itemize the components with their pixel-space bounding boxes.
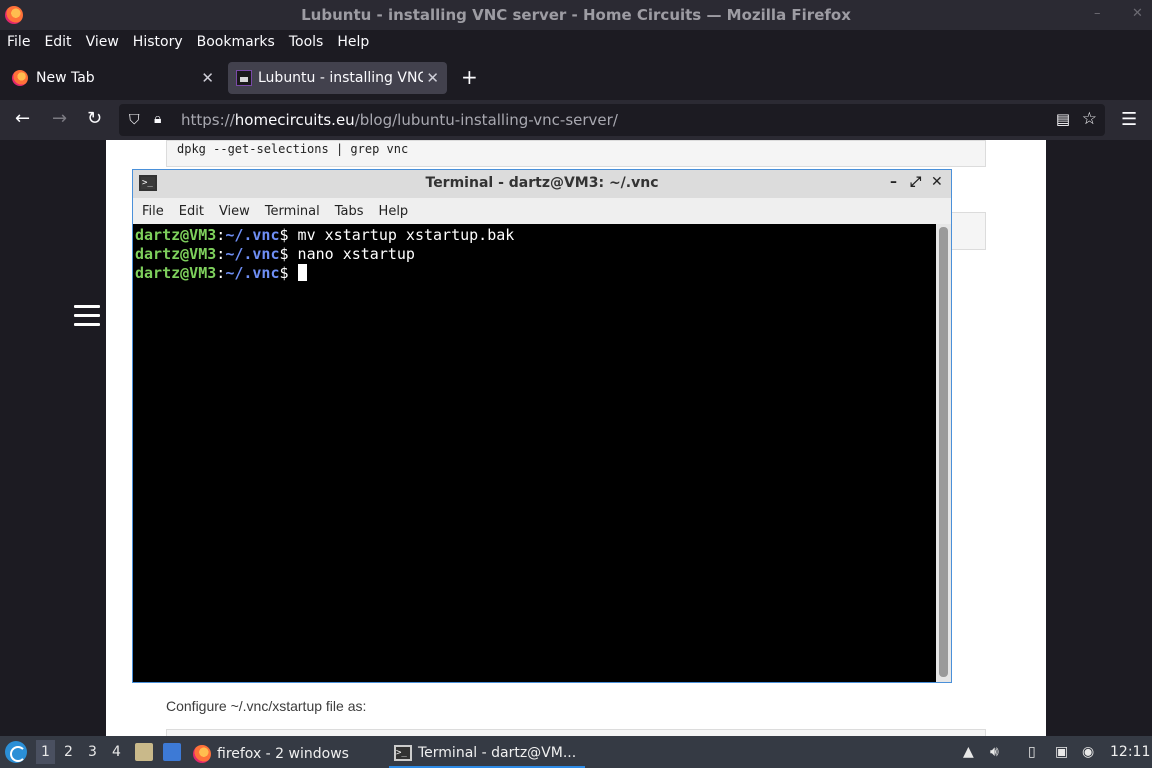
start-menu-icon[interactable] — [5, 741, 27, 763]
terminal-line: dartz@VM3:~/.vnc$ mv xstartup xstartup.b… — [135, 226, 515, 244]
window-titlebar: Lubuntu - installing VNC server - Home C… — [0, 0, 1152, 30]
shield-icon[interactable]: ⛉ — [129, 112, 140, 128]
volume-icon[interactable]: 🔊︎ — [990, 744, 999, 760]
terminal-menu-tabs[interactable]: Tabs — [335, 204, 364, 219]
navigation-bar: ← → ↻ ⛉ 🔒︎ https://homecircuits.eu/blog/… — [0, 100, 1152, 140]
terminal-menubar: File Edit View Terminal Tabs Help — [133, 198, 951, 224]
bookmark-star-icon[interactable]: ☆ — [1082, 109, 1097, 129]
terminal-icon: >_ — [394, 745, 412, 761]
terminal-menu-view[interactable]: View — [219, 204, 250, 219]
menu-view[interactable]: View — [86, 34, 119, 50]
terminal-menu-terminal[interactable]: Terminal — [265, 204, 320, 219]
terminal-line: dartz@VM3:~/.vnc$ — [135, 264, 935, 283]
text-cursor — [297, 264, 307, 281]
terminal-menu-file[interactable]: File — [142, 204, 164, 219]
new-tab-button[interactable]: + — [461, 65, 478, 89]
command-text: mv xstartup xstartup.bak — [288, 226, 515, 244]
show-desktop-icon[interactable] — [163, 743, 181, 761]
close-tab-icon[interactable]: ✕ — [426, 69, 439, 87]
url-path: /blog/lubuntu-installing-vnc-server/ — [354, 111, 618, 129]
close-icon[interactable]: ✕ — [931, 174, 943, 190]
menu-tools[interactable]: Tools — [289, 34, 324, 50]
prompt-user: dartz@VM3 — [135, 226, 217, 244]
menu-edit[interactable]: Edit — [44, 34, 71, 50]
firefox-icon — [12, 70, 28, 86]
scrollbar-thumb[interactable] — [939, 227, 948, 677]
forward-icon[interactable]: → — [52, 108, 67, 129]
lock-icon[interactable]: 🔒︎ — [154, 111, 161, 127]
notification-icon[interactable]: ◉ — [1082, 744, 1094, 760]
paragraph-text: Configure ~/.vnc/xstartup file as: — [166, 698, 367, 714]
prompt-user: dartz@VM3 — [135, 245, 217, 263]
network-icon[interactable]: ▣ — [1055, 744, 1068, 760]
minimize-icon[interactable]: – — [1094, 6, 1101, 21]
app-menu-icon[interactable]: ☰ — [1121, 109, 1137, 130]
tab-new-tab[interactable]: New Tab ✕ — [2, 62, 222, 94]
reload-icon[interactable]: ↻ — [87, 108, 102, 129]
terminal-menu-edit[interactable]: Edit — [179, 204, 204, 219]
prompt-path: ~/.vnc — [225, 264, 280, 282]
terminal-scrollbar[interactable] — [936, 224, 951, 682]
tab-lubuntu-vnc[interactable]: Lubuntu - installing VNC ✕ — [228, 62, 447, 94]
terminal-window[interactable]: >_ Terminal - dartz@VM3: ~/.vnc – ⤢ ✕ Fi… — [132, 169, 952, 683]
clipboard-icon[interactable]: ▯ — [1028, 744, 1036, 760]
tab-label: New Tab — [36, 70, 95, 86]
terminal-line: dartz@VM3:~/.vnc$ nano xstartup — [135, 245, 415, 263]
workspace-4[interactable]: 4 — [112, 744, 121, 760]
firefox-icon — [193, 745, 211, 763]
task-label: firefox - 2 windows — [217, 746, 349, 762]
menu-file[interactable]: File — [7, 34, 30, 50]
url-text[interactable]: https://homecircuits.eu/blog/lubuntu-ins… — [181, 111, 618, 129]
prompt-path: ~/.vnc — [225, 245, 280, 263]
tab-label: Lubuntu - installing VNC — [258, 70, 423, 86]
homecircuits-icon — [236, 70, 252, 86]
menu-help[interactable]: Help — [337, 34, 369, 50]
terminal-title: Terminal - dartz@VM3: ~/.vnc — [425, 175, 659, 191]
task-terminal[interactable]: >_ Terminal - dartz@VM... — [389, 740, 585, 768]
prompt-path: ~/.vnc — [225, 226, 280, 244]
workspace-1[interactable]: 1 — [36, 740, 55, 764]
menu-bookmarks[interactable]: Bookmarks — [197, 34, 275, 50]
code-block: dpkg --get-selections | grep vnc — [166, 140, 986, 167]
task-firefox[interactable]: firefox - 2 windows — [193, 740, 349, 768]
reader-view-icon[interactable]: ▤ — [1056, 110, 1070, 128]
terminal-output[interactable]: dartz@VM3:~/.vnc$ mv xstartup xstartup.b… — [133, 224, 935, 682]
maximize-icon[interactable]: ⤢ — [910, 174, 921, 190]
site-menu-icon[interactable] — [74, 305, 100, 327]
command-text: nano xstartup — [288, 245, 415, 263]
menu-history[interactable]: History — [133, 34, 183, 50]
window-title: Lubuntu - installing VNC server - Home C… — [301, 6, 851, 24]
file-manager-icon[interactable] — [135, 743, 153, 761]
url-host: homecircuits.eu — [234, 111, 355, 129]
terminal-titlebar[interactable]: >_ Terminal - dartz@VM3: ~/.vnc – ⤢ ✕ — [133, 170, 951, 198]
prompt-user: dartz@VM3 — [135, 264, 217, 282]
code-text: dpkg --get-selections | grep vnc — [177, 142, 409, 156]
close-tab-icon[interactable]: ✕ — [201, 69, 214, 87]
minimize-icon[interactable]: – — [890, 174, 897, 190]
removable-media-icon[interactable]: ▲ — [963, 744, 974, 760]
url-prefix: https:// — [181, 111, 235, 129]
firefox-menubar: File Edit View History Bookmarks Tools H… — [0, 30, 1152, 54]
workspace-2[interactable]: 2 — [64, 744, 73, 760]
terminal-menu-help[interactable]: Help — [379, 204, 409, 219]
clock[interactable]: 12:11 — [1110, 744, 1150, 760]
task-label: Terminal - dartz@VM... — [418, 745, 577, 761]
workspace-3[interactable]: 3 — [88, 744, 97, 760]
tab-strip: New Tab ✕ Lubuntu - installing VNC ✕ + — [0, 54, 1152, 100]
command-text — [289, 264, 298, 282]
back-icon[interactable]: ← — [15, 108, 30, 129]
url-bar[interactable]: ⛉ 🔒︎ https://homecircuits.eu/blog/lubunt… — [119, 104, 1105, 136]
close-window-icon[interactable]: ✕ — [1132, 6, 1143, 21]
taskbar: 1 2 3 4 firefox - 2 windows >_ Terminal … — [0, 736, 1152, 768]
